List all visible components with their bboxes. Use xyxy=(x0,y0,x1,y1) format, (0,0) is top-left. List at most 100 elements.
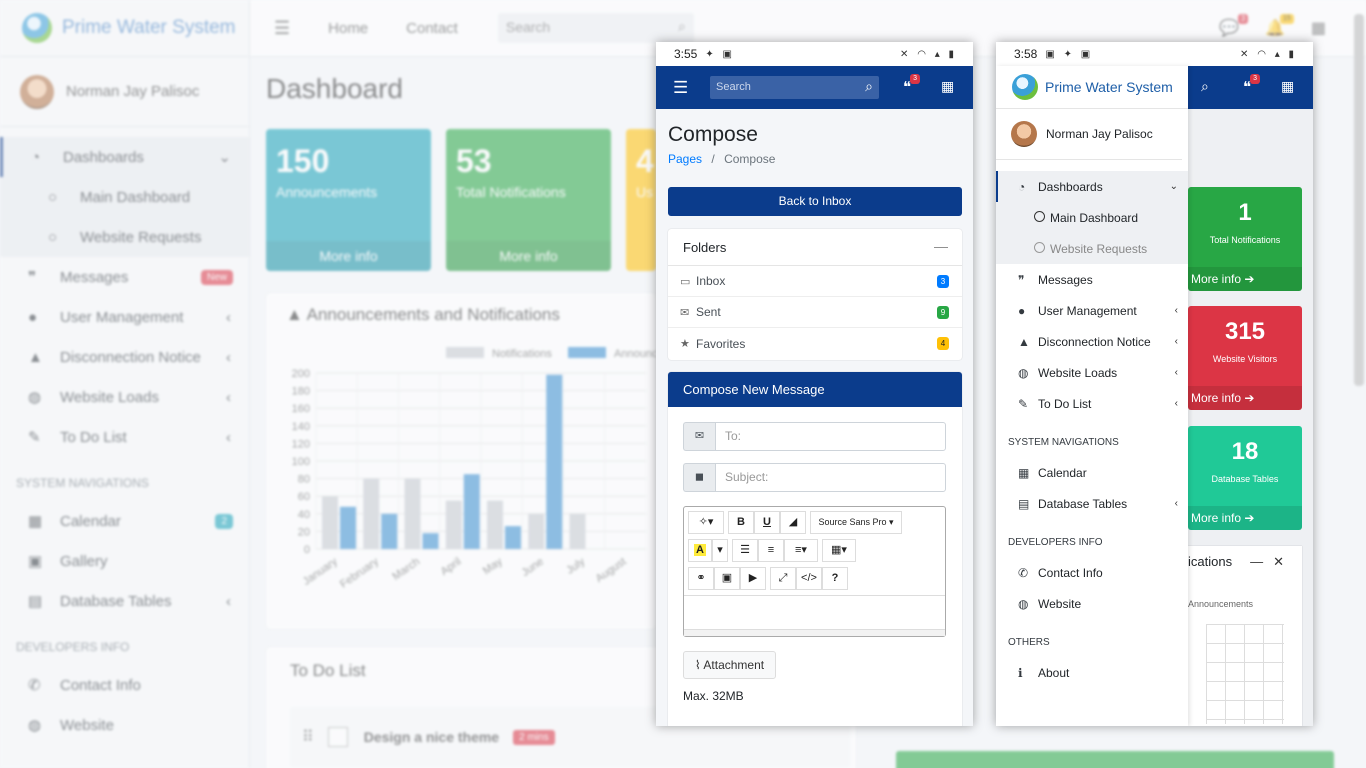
sidebar-item-contact-info[interactable]: ✆ Contact Info xyxy=(996,557,1188,588)
chat-icon[interactable]: ❝ 3 xyxy=(903,74,921,96)
more-info-link[interactable]: More info ➔ xyxy=(1188,267,1302,291)
todo-checkbox[interactable] xyxy=(327,727,348,747)
bg-user-panel[interactable]: Norman Jay Palisoc xyxy=(0,57,249,127)
dashboard-behind-drawer: 1 Total Notifications More info ➔ 315 We… xyxy=(1188,109,1313,726)
comments-icon: ❞ xyxy=(28,269,37,286)
bg-search-input[interactable]: Search ⌕ xyxy=(497,13,694,43)
chevron-down-icon[interactable]: ▾ xyxy=(712,539,728,562)
search-input[interactable]: Search ⌕ xyxy=(710,76,879,99)
underline-icon[interactable]: U xyxy=(754,511,780,534)
apps-grid-icon[interactable]: ▦ xyxy=(1281,78,1294,95)
subject-input[interactable]: Subject: xyxy=(715,463,946,492)
bg-sidebar-item-main-dashboard[interactable]: ○ Main Dashboard xyxy=(0,177,249,217)
hamburger-menu-icon[interactable]: ☰ xyxy=(673,78,693,98)
brand[interactable]: Prime Water System xyxy=(996,66,1188,109)
bg-sidebar-item-website-loads[interactable]: ◍ Website Loads ‹ xyxy=(0,377,249,417)
back-to-inbox-button[interactable]: Back to Inbox xyxy=(668,187,962,216)
help-icon[interactable]: ? xyxy=(822,567,848,590)
folder-item-favorites[interactable]: ★ Favorites 4 xyxy=(668,328,962,359)
link-icon[interactable]: ⚭ xyxy=(688,567,714,590)
chat-icon[interactable]: 💬 3 xyxy=(1219,14,1248,38)
bg-sidebar-item-user-management[interactable]: ● User Management ‹ xyxy=(0,297,249,337)
sidebar-item-calendar[interactable]: ▦ Calendar xyxy=(996,457,1188,488)
apps-grid-icon[interactable]: ▦ xyxy=(941,78,954,95)
brand-name: Prime Water System xyxy=(1045,79,1173,95)
more-info-link[interactable]: More info ➔ xyxy=(1188,506,1302,530)
breadcrumb-pages[interactable]: Pages xyxy=(668,152,702,166)
close-icon[interactable]: ✕ xyxy=(1273,554,1294,569)
drag-handle-icon[interactable]: ⠿ xyxy=(302,727,314,747)
resize-grip[interactable] xyxy=(684,629,945,636)
more-info-link[interactable]: More info ➔ xyxy=(1188,386,1302,410)
bg-sidebar-item-todo[interactable]: ✎ To Do List ‹ xyxy=(0,417,249,457)
chat-icon[interactable]: ❝ 3 xyxy=(1243,74,1261,96)
paragraph-align-icon[interactable]: ≡▾ xyxy=(784,539,818,562)
bell-icon[interactable]: 🔔 15 xyxy=(1265,14,1294,38)
message-body-editor[interactable] xyxy=(684,595,945,636)
sticky-note-icon: ◼ xyxy=(683,463,715,492)
bg-brand[interactable]: Prime Water System xyxy=(0,0,249,57)
bg-sidebar-item-contact-info[interactable]: ✆ Contact Info xyxy=(0,665,249,705)
to-input[interactable]: To: xyxy=(715,422,946,451)
bg-sidebar-item-calendar[interactable]: ▦ Calendar 2 xyxy=(0,501,249,541)
system-navigations-header: SYSTEM NAVIGATIONS xyxy=(1008,436,1119,448)
bg-sidebar-item-gallery[interactable]: ▣ Gallery xyxy=(0,541,249,581)
sidebar-item-database-tables[interactable]: ▤ Database Tables ‹ xyxy=(996,488,1188,519)
sidebar-item-main-dashboard[interactable]: Main Dashboard xyxy=(996,202,1188,233)
unordered-list-icon[interactable]: ☰ xyxy=(732,539,758,562)
sidebar-item-website[interactable]: ◍ Website xyxy=(996,588,1188,619)
sidebar-item-messages[interactable]: ❞ Messages xyxy=(996,264,1188,295)
bg-sys-nav-header: SYSTEM NAVIGATIONS xyxy=(16,476,149,490)
minus-icon[interactable]: — xyxy=(1250,554,1273,569)
others-header: OTHERS xyxy=(1008,636,1050,648)
eraser-icon[interactable]: ◢ xyxy=(780,511,806,534)
hamburger-menu-icon[interactable]: ☰ xyxy=(274,18,290,39)
magic-style-icon[interactable]: ✧▾ xyxy=(688,511,724,534)
table-icon[interactable]: ▦▾ xyxy=(822,539,856,562)
more-info-label: More info xyxy=(1191,511,1242,525)
fullscreen-icon[interactable]: ⤢ xyxy=(770,567,796,590)
minus-icon[interactable]: — xyxy=(934,238,948,254)
search-icon[interactable]: ⌕ xyxy=(1201,78,1209,95)
sent-count-badge: 9 xyxy=(937,305,949,319)
more-info-link[interactable]: More info xyxy=(266,241,431,271)
bg-sidebar-item-dashboards[interactable]: ◔ Dashboards ⌄ xyxy=(0,137,249,177)
label: To Do List xyxy=(60,428,127,446)
sidebar-item-website-requests[interactable]: Website Requests xyxy=(996,233,1188,264)
bg-sidebar-item-database-tables[interactable]: ▤ Database Tables ‹ xyxy=(0,581,249,621)
font-color-icon[interactable]: A xyxy=(688,539,712,562)
font-family-select[interactable]: Source Sans Pro ▾ xyxy=(810,511,902,534)
sidebar-item-about[interactable]: ℹ About xyxy=(996,657,1188,688)
x-tick-label: August xyxy=(594,556,629,585)
label: Contact Info xyxy=(1038,565,1103,580)
bg-sidebar-item-website-requests[interactable]: ○ Website Requests xyxy=(0,217,249,257)
sidebar-item-user-management[interactable]: ● User Management ‹ xyxy=(996,295,1188,326)
sidebar-item-website-loads[interactable]: ◍ Website Loads ‹ xyxy=(996,357,1188,388)
sidebar-item-todo[interactable]: ✎ To Do List ‹ xyxy=(996,388,1188,419)
sidebar-item-dashboards[interactable]: ◔ Dashboards ⌄ xyxy=(996,171,1188,202)
time-badge: 2 mins xyxy=(513,729,555,745)
phone-screen-menu: 3:58 ▣ ✦ ▣ ✕ ◠ ▴ ▮ ⌕ ❝ 3 ▦ 1 Total Notifi… xyxy=(996,42,1313,726)
folder-item-inbox[interactable]: ▭ Inbox 3 xyxy=(668,266,962,297)
attachment-button[interactable]: ⌇ Attachment xyxy=(683,651,776,679)
folder-item-sent[interactable]: ✉ Sent 9 xyxy=(668,297,962,328)
bold-icon[interactable]: B xyxy=(728,511,754,534)
bg-sidebar-item-website[interactable]: ◍ Website xyxy=(0,705,249,745)
bg-nav-home[interactable]: Home xyxy=(328,20,368,37)
bg-user-name: Norman Jay Palisoc xyxy=(66,83,200,100)
user-panel[interactable]: Norman Jay Palisoc xyxy=(996,109,1182,160)
search-icon[interactable]: ⌕ xyxy=(865,78,873,95)
bg-sidebar-item-disconnection[interactable]: ▲ Disconnection Notice ‹ xyxy=(0,337,249,377)
scrollbar[interactable] xyxy=(1354,14,1364,386)
search-icon[interactable]: ⌕ xyxy=(678,18,686,35)
bg-sidebar-item-messages[interactable]: ❞ Messages New xyxy=(0,257,249,297)
ordered-list-icon[interactable]: ≡ xyxy=(758,539,784,562)
bg-nav-contact[interactable]: Contact xyxy=(406,20,458,37)
sidebar-item-disconnection-notice[interactable]: ▲ Disconnection Notice ‹ xyxy=(996,326,1188,357)
apps-grid-icon[interactable]: ▦ xyxy=(1311,18,1326,38)
image-icon[interactable]: ▣ xyxy=(714,567,740,590)
code-view-icon[interactable]: </> xyxy=(796,567,822,590)
more-info-link[interactable]: More info xyxy=(446,241,611,271)
label: Disconnection Notice xyxy=(60,348,201,366)
video-icon[interactable]: ▶ xyxy=(740,567,766,590)
